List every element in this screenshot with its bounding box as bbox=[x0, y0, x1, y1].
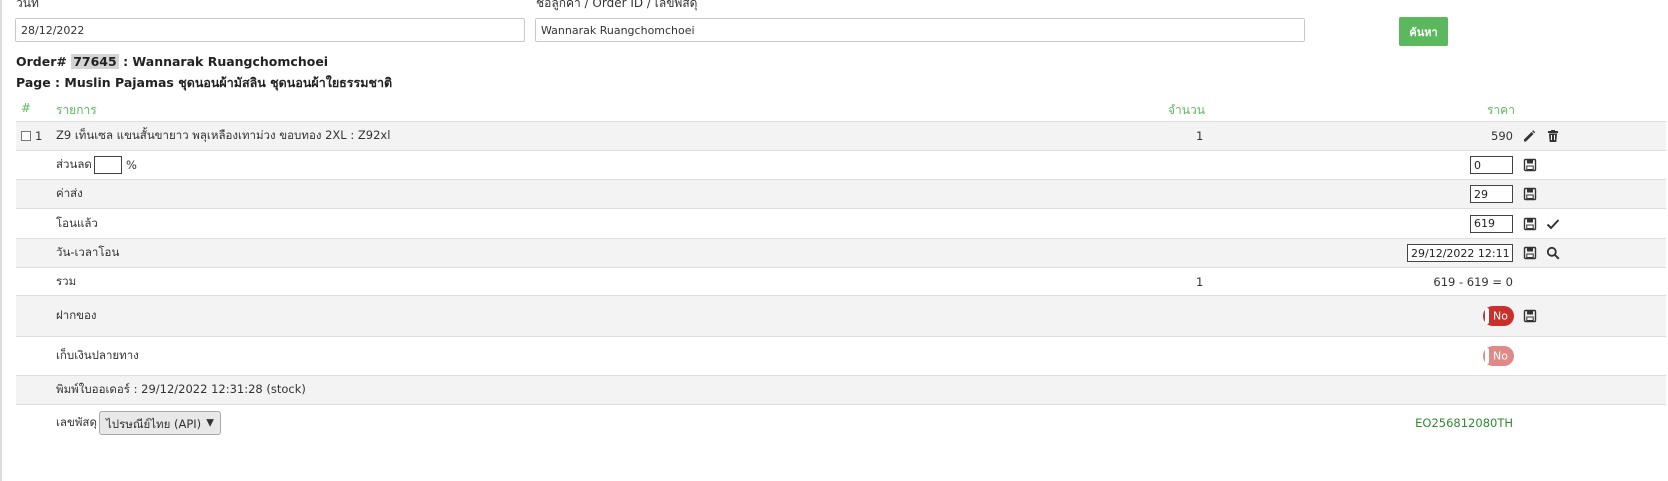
save-icon[interactable] bbox=[1523, 246, 1537, 260]
transferred-input[interactable] bbox=[1470, 214, 1513, 233]
toggle-knob bbox=[1485, 348, 1489, 364]
total-qty: 1 bbox=[1196, 274, 1204, 289]
header-item: รายการ bbox=[56, 103, 97, 117]
item-name: Z9 เท็นเซล แขนสั้นขายาว พลุเหลืองเทาม่วง… bbox=[56, 128, 391, 142]
header-price: ราคา bbox=[1487, 103, 1515, 117]
table-row-transferred: โอนแล้ว bbox=[16, 208, 1666, 238]
header-index: # bbox=[21, 101, 32, 115]
trash-icon[interactable] bbox=[1546, 129, 1560, 143]
save-icon[interactable] bbox=[1523, 309, 1537, 323]
order-title: Order# 77645 : Wannarak Ruangchomchoei bbox=[16, 54, 328, 69]
order-id: 77645 bbox=[71, 54, 119, 69]
date-input[interactable] bbox=[15, 18, 525, 42]
search-query-label: ชื่อลูกค้า / Order ID / เลขพัสดุ bbox=[536, 0, 698, 10]
shipping-input[interactable] bbox=[1470, 185, 1513, 203]
item-qty: 1 bbox=[1196, 129, 1204, 143]
table-row-transfer-time: วัน-เวลาโอน bbox=[16, 238, 1666, 267]
total-label: รวม bbox=[56, 273, 77, 288]
table-row-deposit: ฝากของ No bbox=[16, 295, 1666, 336]
tracking-label: เลขพัสดุ bbox=[56, 414, 97, 429]
toggle-knob bbox=[1485, 308, 1489, 324]
cod-toggle[interactable]: No bbox=[1483, 346, 1514, 366]
search-icon[interactable] bbox=[1546, 246, 1560, 260]
discount-label: ส่วนลด bbox=[56, 157, 92, 171]
discount-unit: % bbox=[126, 158, 137, 172]
order-customer: : Wannarak Ruangchomchoei bbox=[118, 54, 329, 69]
table-row-total: รวม 1 619 - 619 = 0 bbox=[16, 267, 1666, 295]
transfer-time-input[interactable] bbox=[1407, 244, 1513, 262]
discount-input[interactable] bbox=[1470, 156, 1513, 174]
transfer-time-label: วัน-เวลาโอน bbox=[56, 245, 120, 259]
table-row-item: 1 Z9 เท็นเซล แขนสั้นขายาว พลุเหลืองเทาม่… bbox=[16, 121, 1666, 150]
deposit-toggle-label: No bbox=[1493, 309, 1508, 323]
printed-text: พิมพ์ใบออเดอร์ : 29/12/2022 12:31:28 (st… bbox=[56, 382, 306, 396]
table-row-tracking: เลขพัสดุ ไปรษณีย์ไทย (API) ▼ EO256812080… bbox=[16, 404, 1666, 440]
check-icon[interactable] bbox=[1546, 217, 1560, 231]
item-index: 1 bbox=[35, 129, 43, 143]
table-row-printed: พิมพ์ใบออเดอร์ : 29/12/2022 12:31:28 (st… bbox=[16, 375, 1666, 404]
header-qty: จำนวน bbox=[1168, 103, 1205, 117]
deposit-toggle[interactable]: No bbox=[1483, 306, 1514, 326]
left-border bbox=[0, 0, 2, 481]
table-row-discount: ส่วนลด % bbox=[16, 150, 1666, 179]
shipping-label: ค่าส่ง bbox=[56, 186, 83, 200]
item-price: 590 bbox=[1491, 129, 1513, 143]
item-checkbox[interactable] bbox=[21, 131, 31, 141]
table-row-cod: เก็บเงินปลายทาง No bbox=[16, 336, 1666, 375]
search-button[interactable]: ค้นหา bbox=[1399, 17, 1448, 46]
transferred-label: โอนแล้ว bbox=[56, 215, 98, 230]
table-row-shipping: ค่าส่ง bbox=[16, 179, 1666, 208]
save-icon[interactable] bbox=[1523, 158, 1537, 172]
search-query-input[interactable] bbox=[535, 18, 1305, 42]
date-label: วันที่ bbox=[16, 0, 39, 10]
order-page: Page : Muslin Pajamas ชุดนอนผ้ามัสลิน ชุ… bbox=[16, 75, 393, 90]
edit-icon[interactable] bbox=[1522, 129, 1536, 143]
total-value: 619 - 619 = 0 bbox=[1433, 274, 1513, 289]
chevron-down-icon: ▼ bbox=[206, 417, 214, 428]
discount-percent-input[interactable] bbox=[94, 156, 122, 174]
carrier-selected: ไปรษณีย์ไทย (API) bbox=[106, 416, 202, 431]
tracking-number[interactable]: EO256812080TH bbox=[1415, 416, 1513, 430]
save-icon[interactable] bbox=[1523, 187, 1537, 201]
carrier-select[interactable]: ไปรษณีย์ไทย (API) ▼ bbox=[99, 410, 221, 435]
order-prefix: Order# bbox=[16, 54, 72, 69]
deposit-label: ฝากของ bbox=[56, 308, 97, 322]
cod-label: เก็บเงินปลายทาง bbox=[56, 348, 139, 362]
save-icon[interactable] bbox=[1523, 217, 1537, 231]
cod-toggle-label: No bbox=[1493, 349, 1508, 363]
